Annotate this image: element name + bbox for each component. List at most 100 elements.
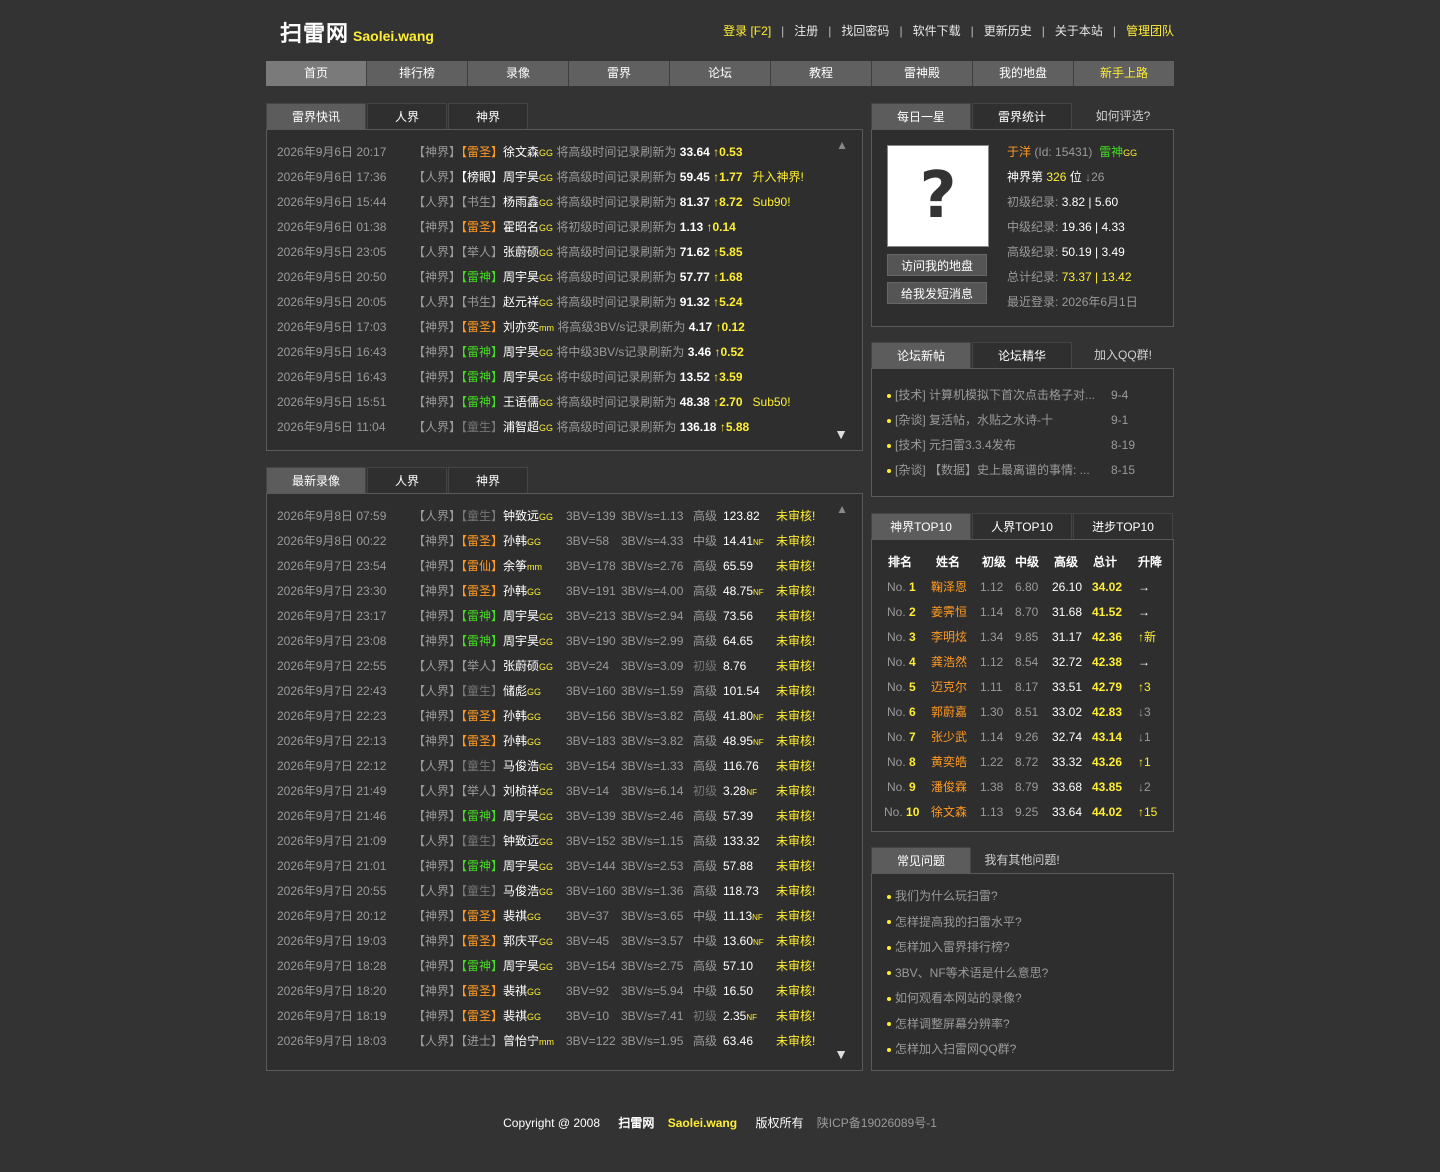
- news-player-name[interactable]: 周宇昊: [503, 170, 539, 184]
- video-player-name[interactable]: 裴祺: [503, 909, 527, 923]
- news-player-name[interactable]: 周宇昊: [503, 345, 539, 359]
- recover-password-link[interactable]: 找回密码: [841, 24, 889, 38]
- video-row[interactable]: 2026年9月7日 18:28 【神界】【雷神】周宇昊GG 3BV=154 3BV/s…: [267, 954, 862, 979]
- top10-name[interactable]: 鞠泽恩: [931, 575, 967, 600]
- faq-item-text[interactable]: 怎样加入雷界排行榜?: [895, 940, 1010, 954]
- forum-item[interactable]: [杂谈] 复活帖，水贴之水诗-十 9-1: [887, 408, 1173, 433]
- video-player-name[interactable]: 孙韩: [503, 709, 527, 723]
- top10-name[interactable]: 潘俊霖: [931, 775, 967, 800]
- nav-my-space[interactable]: 我的地盘: [973, 61, 1074, 86]
- tab-faq[interactable]: 常见问题: [871, 847, 971, 873]
- news-player-name[interactable]: 浦智超: [503, 420, 539, 434]
- faq-item-text[interactable]: 3BV、NF等术语是什么意思?: [895, 966, 1048, 980]
- join-qq-link[interactable]: 加入QQ群!: [1073, 342, 1173, 368]
- video-player-name[interactable]: 刘桢祥: [503, 784, 539, 798]
- video-player-name[interactable]: 周宇昊: [503, 859, 539, 873]
- nav-home[interactable]: 首页: [266, 61, 367, 86]
- tab-latest-videos[interactable]: 最新录像: [266, 467, 366, 493]
- video-row[interactable]: 2026年9月7日 22:13 【神界】【雷圣】孙韩GG 3BV=183 3BV/s=…: [267, 729, 862, 754]
- faq-item-text[interactable]: 怎样加入扫雷网QQ群?: [895, 1042, 1016, 1056]
- forum-item-title[interactable]: [杂谈] 复活帖，水贴之水诗-十: [895, 413, 1053, 427]
- software-download-link[interactable]: 软件下载: [913, 24, 961, 38]
- faq-item[interactable]: 3BV、NF等术语是什么意思?: [887, 961, 1173, 987]
- video-player-name[interactable]: 孙韩: [503, 534, 527, 548]
- faq-item[interactable]: 怎样提高我的扫雷水平?: [887, 910, 1173, 936]
- news-player-name[interactable]: 周宇昊: [503, 270, 539, 284]
- top10-name[interactable]: 张少武: [931, 725, 967, 750]
- faq-item-text[interactable]: 怎样调整屏幕分辨率?: [895, 1017, 1010, 1031]
- register-link[interactable]: 注册: [794, 24, 818, 38]
- faq-item[interactable]: 我们为什么玩扫雷?: [887, 884, 1173, 910]
- tab-news-human[interactable]: 人界: [367, 103, 447, 129]
- faq-item-text[interactable]: 如何观看本网站的录像?: [895, 991, 1022, 1005]
- tab-progress-top10[interactable]: 进步TOP10: [1073, 513, 1173, 539]
- admin-team-link[interactable]: 管理团队: [1126, 24, 1174, 38]
- login-link[interactable]: 登录 [F2]: [723, 24, 771, 38]
- tab-news[interactable]: 雷界快讯: [266, 103, 366, 129]
- faq-item[interactable]: 怎样加入扫雷网QQ群?: [887, 1037, 1173, 1063]
- news-player-name[interactable]: 王语儒: [503, 395, 539, 409]
- nav-forum[interactable]: 论坛: [670, 61, 771, 86]
- video-row[interactable]: 2026年9月7日 21:09 【人界】【童生】钟致远GG 3BV=152 3BV/s…: [267, 829, 862, 854]
- video-player-name[interactable]: 周宇昊: [503, 634, 539, 648]
- top10-name[interactable]: 黄奕皓: [931, 750, 967, 775]
- video-player-name[interactable]: 马俊浩: [503, 884, 539, 898]
- nav-realm[interactable]: 雷界: [569, 61, 670, 86]
- top10-name[interactable]: 姜霁恒: [931, 600, 967, 625]
- forum-item-title[interactable]: [技术] 计算机模拟下首次点击格子对...: [895, 388, 1095, 402]
- site-logo[interactable]: 扫雷网 Saolei.wang: [280, 16, 434, 47]
- forum-item[interactable]: [技术] 计算机模拟下首次点击格子对... 9-4: [887, 383, 1173, 408]
- video-row[interactable]: 2026年9月8日 00:22 【神界】【雷圣】孙韩GG 3BV=58 3BV/s=4…: [267, 529, 862, 554]
- top10-name[interactable]: 郭蔚嘉: [931, 700, 967, 725]
- send-message-button[interactable]: 给我发短消息: [887, 282, 987, 304]
- video-player-name[interactable]: 周宇昊: [503, 809, 539, 823]
- video-player-name[interactable]: 周宇昊: [503, 609, 539, 623]
- faq-item[interactable]: 怎样加入雷界排行榜?: [887, 935, 1173, 961]
- forum-item[interactable]: [杂谈] 【数据】史上最离谱的事情: ... 8-15: [887, 458, 1173, 483]
- star-name[interactable]: 于洋: [1007, 145, 1031, 159]
- video-row[interactable]: 2026年9月7日 23:17 【神界】【雷神】周宇昊GG 3BV=213 3BV/s…: [267, 604, 862, 629]
- nav-ranking[interactable]: 排行榜: [367, 61, 468, 86]
- video-row[interactable]: 2026年9月7日 22:55 【人界】【举人】张蔚硕GG 3BV=24 3BV/s=…: [267, 654, 862, 679]
- video-player-name[interactable]: 余筝: [503, 559, 527, 573]
- news-player-name[interactable]: 赵元祥: [503, 295, 539, 309]
- faq-item[interactable]: 如何观看本网站的录像?: [887, 986, 1173, 1012]
- top10-name[interactable]: 李明炫: [931, 625, 967, 650]
- video-row[interactable]: 2026年9月7日 23:54 【神界】【雷仙】余筝mm 3BV=178 3BV/s=…: [267, 554, 862, 579]
- video-player-name[interactable]: 钟致远: [503, 834, 539, 848]
- faq-item-text[interactable]: 我们为什么玩扫雷?: [895, 889, 998, 903]
- news-player-name[interactable]: 霍昭名: [503, 220, 539, 234]
- tab-forum-new[interactable]: 论坛新帖: [871, 342, 971, 368]
- video-player-name[interactable]: 马俊浩: [503, 759, 539, 773]
- how-selected-link[interactable]: 如何评选?: [1073, 103, 1173, 129]
- video-player-name[interactable]: 裴祺: [503, 1009, 527, 1023]
- video-player-name[interactable]: 周宇昊: [503, 959, 539, 973]
- video-player-name[interactable]: 孙韩: [503, 734, 527, 748]
- forum-item[interactable]: [技术] 元扫雷3.3.4发布 8-19: [887, 433, 1173, 458]
- tab-videos-god[interactable]: 神界: [448, 467, 528, 493]
- news-player-name[interactable]: 徐文森: [503, 145, 539, 159]
- nav-hall[interactable]: 雷神殿: [872, 61, 973, 86]
- nav-newbie[interactable]: 新手上路: [1074, 61, 1174, 86]
- top10-name[interactable]: 迈克尔: [931, 675, 967, 700]
- video-row[interactable]: 2026年9月7日 20:12 【神界】【雷圣】裴祺GG 3BV=37 3BV/s=3…: [267, 904, 862, 929]
- about-link[interactable]: 关于本站: [1055, 24, 1103, 38]
- video-row[interactable]: 2026年9月7日 22:12 【人界】【童生】马俊浩GG 3BV=154 3BV/s…: [267, 754, 862, 779]
- video-row[interactable]: 2026年9月7日 22:23 【神界】【雷圣】孙韩GG 3BV=156 3BV/s=…: [267, 704, 862, 729]
- video-player-name[interactable]: 郭庆平: [503, 934, 539, 948]
- faq-item-text[interactable]: 怎样提高我的扫雷水平?: [895, 915, 1022, 929]
- top10-name[interactable]: 龚浩然: [931, 650, 967, 675]
- video-row[interactable]: 2026年9月7日 21:46 【神界】【雷神】周宇昊GG 3BV=139 3BV/s…: [267, 804, 862, 829]
- news-player-name[interactable]: 刘亦奕: [503, 320, 539, 334]
- news-player-name[interactable]: 张蔚硕: [503, 245, 539, 259]
- video-player-name[interactable]: 张蔚硕: [503, 659, 539, 673]
- visit-space-button[interactable]: 访问我的地盘: [887, 254, 987, 276]
- video-player-name[interactable]: 孙韩: [503, 584, 527, 598]
- video-player-name[interactable]: 储彪: [503, 684, 527, 698]
- video-player-name[interactable]: 曾怡宁: [503, 1034, 539, 1048]
- video-row[interactable]: 2026年9月7日 18:19 【神界】【雷圣】裴祺GG 3BV=10 3BV/s=7…: [267, 1004, 862, 1029]
- forum-item-title[interactable]: [技术] 元扫雷3.3.4发布: [895, 438, 1016, 452]
- video-row[interactable]: 2026年9月7日 23:08 【神界】【雷神】周宇昊GG 3BV=190 3BV/s…: [267, 629, 862, 654]
- news-player-name[interactable]: 杨雨鑫: [503, 195, 539, 209]
- video-player-name[interactable]: 钟致远: [503, 509, 539, 523]
